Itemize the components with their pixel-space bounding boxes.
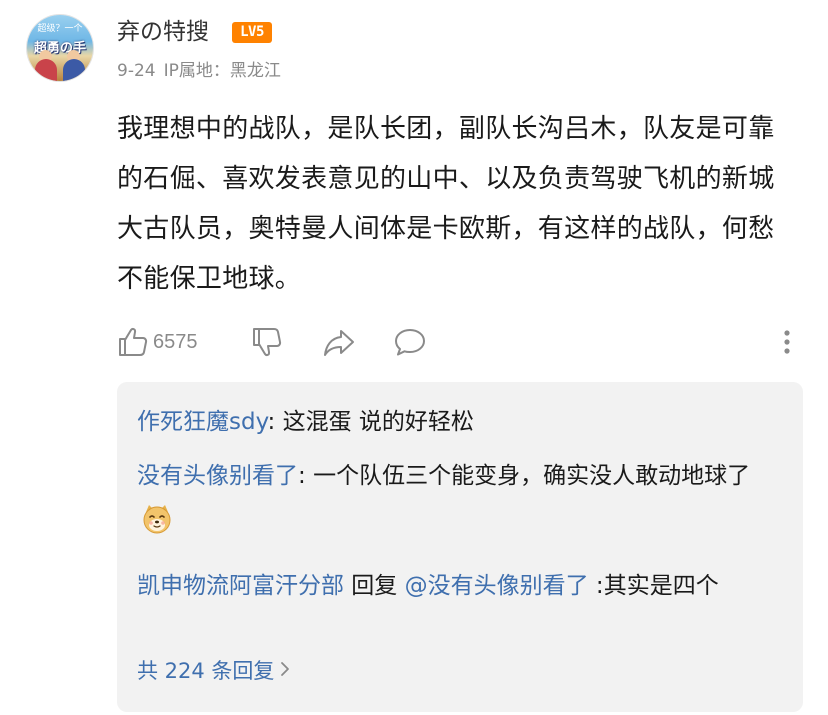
comment-date: 9-24 [117, 61, 156, 81]
reply-nick[interactable]: 没有头像别看了 [137, 463, 298, 489]
reply-item[interactable]: 作死狂魔sdy: 这混蛋 说的好轻松 [137, 400, 777, 444]
reply-word: 回复 [344, 573, 405, 599]
more-vertical-icon [781, 326, 793, 358]
reply-nick[interactable]: 作死狂魔sdy [137, 409, 268, 435]
share-button[interactable] [322, 324, 356, 360]
chevron-right-icon [280, 650, 290, 690]
speech-bubble-icon [393, 326, 427, 358]
reply-item[interactable]: 凯申物流阿富汗分部 回复 @没有头像别看了 :其实是四个 [137, 564, 777, 608]
more-options-button[interactable] [781, 324, 793, 360]
doge-emoji-icon [141, 503, 173, 550]
thumbs-down-icon [251, 326, 283, 358]
reply-nick[interactable]: 凯申物流阿富汗分部 [137, 573, 344, 599]
reply-text: 其实是四个 [603, 573, 719, 599]
level-badge: LV5 [232, 22, 272, 43]
comment-text: 我理想中的战队，是队长团，副队长沟吕木，队友是可靠的石倔、喜欢发表意见的山中、以… [117, 114, 775, 294]
avatar-caption-small: 超级？一个 [37, 24, 83, 34]
reply-mention[interactable]: @没有头像别看了 [405, 573, 589, 599]
view-all-replies-link[interactable]: 共 224 条回复 [137, 650, 290, 691]
author-name[interactable]: 弃の特搜 [117, 16, 209, 48]
like-button[interactable]: 6575 [117, 324, 198, 360]
reply-separator: : [588, 573, 604, 599]
dislike-button[interactable] [251, 324, 283, 360]
comment-actions: 6575 [117, 324, 807, 360]
replies-panel[interactable]: 作死狂魔sdy: 这混蛋 说的好轻松 没有头像别看了: 一个队伍三个能变身，确实… [117, 382, 803, 712]
reply-item[interactable]: 没有头像别看了: 一个队伍三个能变身，确实没人敢动地球了 [137, 454, 777, 550]
share-arrow-icon [322, 326, 356, 358]
ip-location: IP属地：黑龙江 [163, 61, 281, 81]
view-all-label: 共 224 条回复 [137, 659, 275, 683]
reply-button[interactable] [393, 324, 427, 360]
reply-separator: : [298, 463, 314, 489]
avatar-caption-main: 超勇の手 [33, 41, 86, 56]
comment-meta: 9-24 IP属地：黑龙江 [117, 58, 281, 84]
reply-separator: : [267, 409, 283, 435]
avatar[interactable]: 超级？一个 超勇の手 [27, 15, 93, 81]
reply-text: 一个队伍三个能变身，确实没人敢动地球了 [313, 463, 751, 489]
reply-text: 这混蛋 说的好轻松 [282, 409, 474, 435]
like-count: 6575 [153, 330, 198, 353]
thumbs-up-icon [117, 326, 149, 358]
